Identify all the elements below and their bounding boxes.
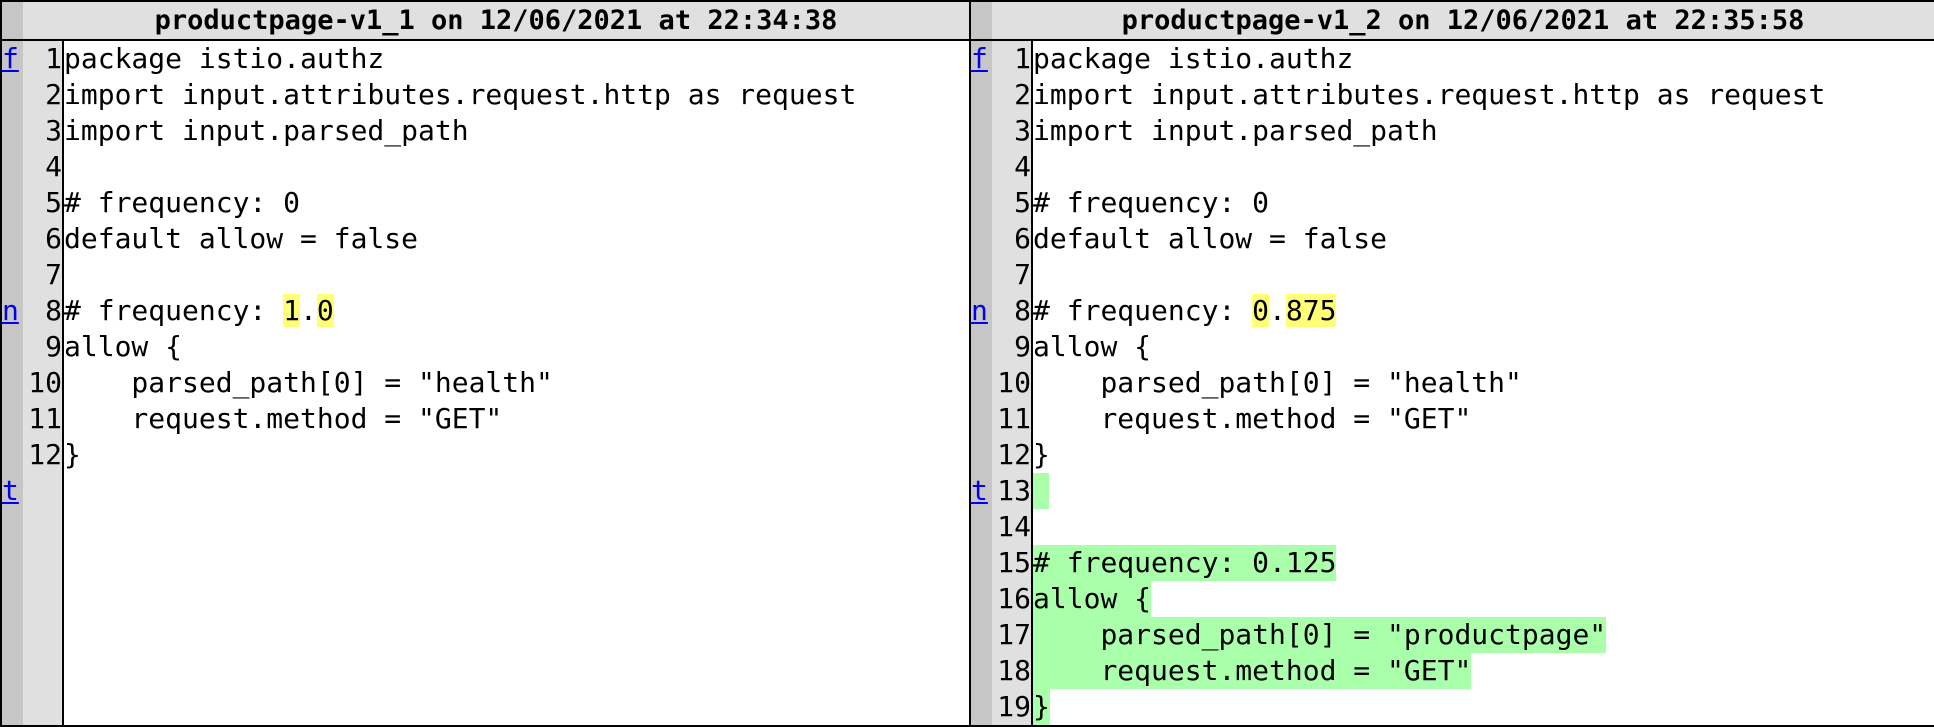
line-number: 6	[45, 222, 62, 255]
line-number: 12	[997, 438, 1032, 471]
code-line: request.method = "GET"	[1033, 402, 1472, 435]
next-change-link[interactable]: n	[971, 294, 988, 327]
nav-row: t	[971, 473, 992, 509]
code-line: default allow = false	[64, 222, 419, 255]
line-number: 1	[1014, 42, 1032, 75]
right-code-pane: package istio.authz import input.attribu…	[1032, 40, 1934, 726]
code-line: # frequency: 0	[64, 186, 301, 219]
line-number: 1	[45, 42, 62, 75]
code-line: import input.parsed_path	[1033, 114, 1438, 147]
line-number: 15	[997, 546, 1032, 579]
code-line: package istio.authz	[64, 42, 385, 75]
line-number: 11	[997, 402, 1032, 435]
code-line: default allow = false	[1033, 222, 1388, 255]
code-text: .	[300, 294, 317, 327]
nav-row: t	[2, 473, 23, 509]
line-number: 17	[997, 618, 1032, 651]
line-number: 13	[997, 474, 1032, 507]
line-number: 8	[45, 294, 62, 327]
line-number: 8	[1014, 294, 1032, 327]
nav-row: n	[971, 293, 992, 329]
first-change-link[interactable]: f	[2, 42, 19, 75]
line-number: 3	[45, 114, 62, 147]
added-text: parsed_path[0] = "productpage"	[1033, 617, 1607, 653]
added-code-line: # frequency: 0.125	[1033, 545, 1934, 581]
line-number: 19	[997, 690, 1032, 723]
changed-text: 1	[283, 294, 301, 327]
left-file-title: productpage-v1_1 on 12/06/2021 at 22:34:…	[23, 1, 972, 41]
added-code-line: request.method = "GET"	[1033, 653, 1934, 689]
diff-table: productpage-v1_1 on 12/06/2021 at 22:34:…	[0, 0, 1934, 727]
left-line-numbers: 1 2 3 4 5 6 7 8 9 10 11 12	[23, 40, 64, 726]
line-number: 9	[45, 330, 62, 363]
code-line: }	[64, 438, 81, 471]
code-line: request.method = "GET"	[64, 402, 503, 435]
line-number: 7	[45, 258, 62, 291]
line-number: 5	[45, 186, 62, 219]
line-number: 5	[1014, 186, 1032, 219]
code-line: allow {	[64, 330, 183, 363]
right-nav-column: f n t	[970, 40, 993, 726]
changed-text: 0	[316, 294, 334, 327]
code-text: # frequency:	[1033, 294, 1253, 327]
changed-code-line: # frequency: 1.0	[64, 293, 968, 329]
header-gap-right	[970, 1, 993, 41]
left-code-pane: package istio.authz import input.attribu…	[63, 40, 972, 726]
code-text: # frequency:	[64, 294, 284, 327]
code-line: parsed_path[0] = "health"	[1033, 366, 1522, 399]
line-number: 16	[997, 582, 1032, 615]
code-line: # frequency: 0	[1033, 186, 1270, 219]
code-line: import input.attributes.request.http as …	[1033, 78, 1826, 111]
added-code-line: parsed_path[0] = "productpage"	[1033, 617, 1934, 653]
added-text: request.method = "GET"	[1033, 653, 1472, 689]
line-number: 14	[997, 510, 1032, 543]
added-code-line	[1033, 473, 1934, 509]
code-line: }	[1033, 438, 1050, 471]
added-text: }	[1033, 689, 1050, 725]
line-number: 10	[997, 366, 1032, 399]
code-line: parsed_path[0] = "health"	[64, 366, 553, 399]
added-text: # frequency: 0.125	[1033, 545, 1337, 581]
line-number: 12	[28, 438, 62, 471]
line-number: 2	[45, 78, 62, 111]
added-text	[1033, 473, 1050, 509]
nav-row: n	[2, 293, 23, 329]
first-change-link[interactable]: f	[971, 42, 988, 75]
code-line: allow {	[1033, 330, 1152, 363]
line-number: 4	[45, 150, 62, 183]
nav-row: f	[971, 41, 992, 77]
line-number: 7	[1014, 258, 1032, 291]
right-line-numbers: 1 2 3 4 5 6 7 8 9 10 11 12 13 14 15 16 1…	[992, 40, 1034, 726]
left-nav-column: f n t	[1, 40, 23, 726]
line-number: 3	[1014, 114, 1032, 147]
line-number: 11	[28, 402, 62, 435]
right-file-title: productpage-v1_2 on 12/06/2021 at 22:35:…	[992, 1, 1934, 41]
top-link[interactable]: t	[971, 474, 988, 507]
code-line: import input.attributes.request.http as …	[64, 78, 857, 111]
line-number: 9	[1014, 330, 1032, 363]
line-number: 4	[1014, 150, 1032, 183]
added-code-line: }	[1033, 689, 1934, 725]
code-line: package istio.authz	[1033, 42, 1354, 75]
next-change-link[interactable]: n	[2, 294, 19, 327]
changed-text: 875	[1285, 294, 1337, 327]
top-link[interactable]: t	[2, 474, 19, 507]
added-text: allow {	[1033, 581, 1152, 617]
nav-row: f	[2, 41, 23, 77]
code-text: .	[1269, 294, 1286, 327]
code-line: import input.parsed_path	[64, 114, 469, 147]
changed-text: 0	[1252, 294, 1270, 327]
line-number: 6	[1014, 222, 1032, 255]
changed-code-line: # frequency: 0.875	[1033, 293, 1934, 329]
added-code-line	[1033, 509, 1934, 545]
header-gap-left	[1, 1, 23, 41]
added-code-line: allow {	[1033, 581, 1934, 617]
line-number: 2	[1014, 78, 1032, 111]
line-number: 18	[997, 654, 1032, 687]
line-number: 10	[28, 366, 62, 399]
